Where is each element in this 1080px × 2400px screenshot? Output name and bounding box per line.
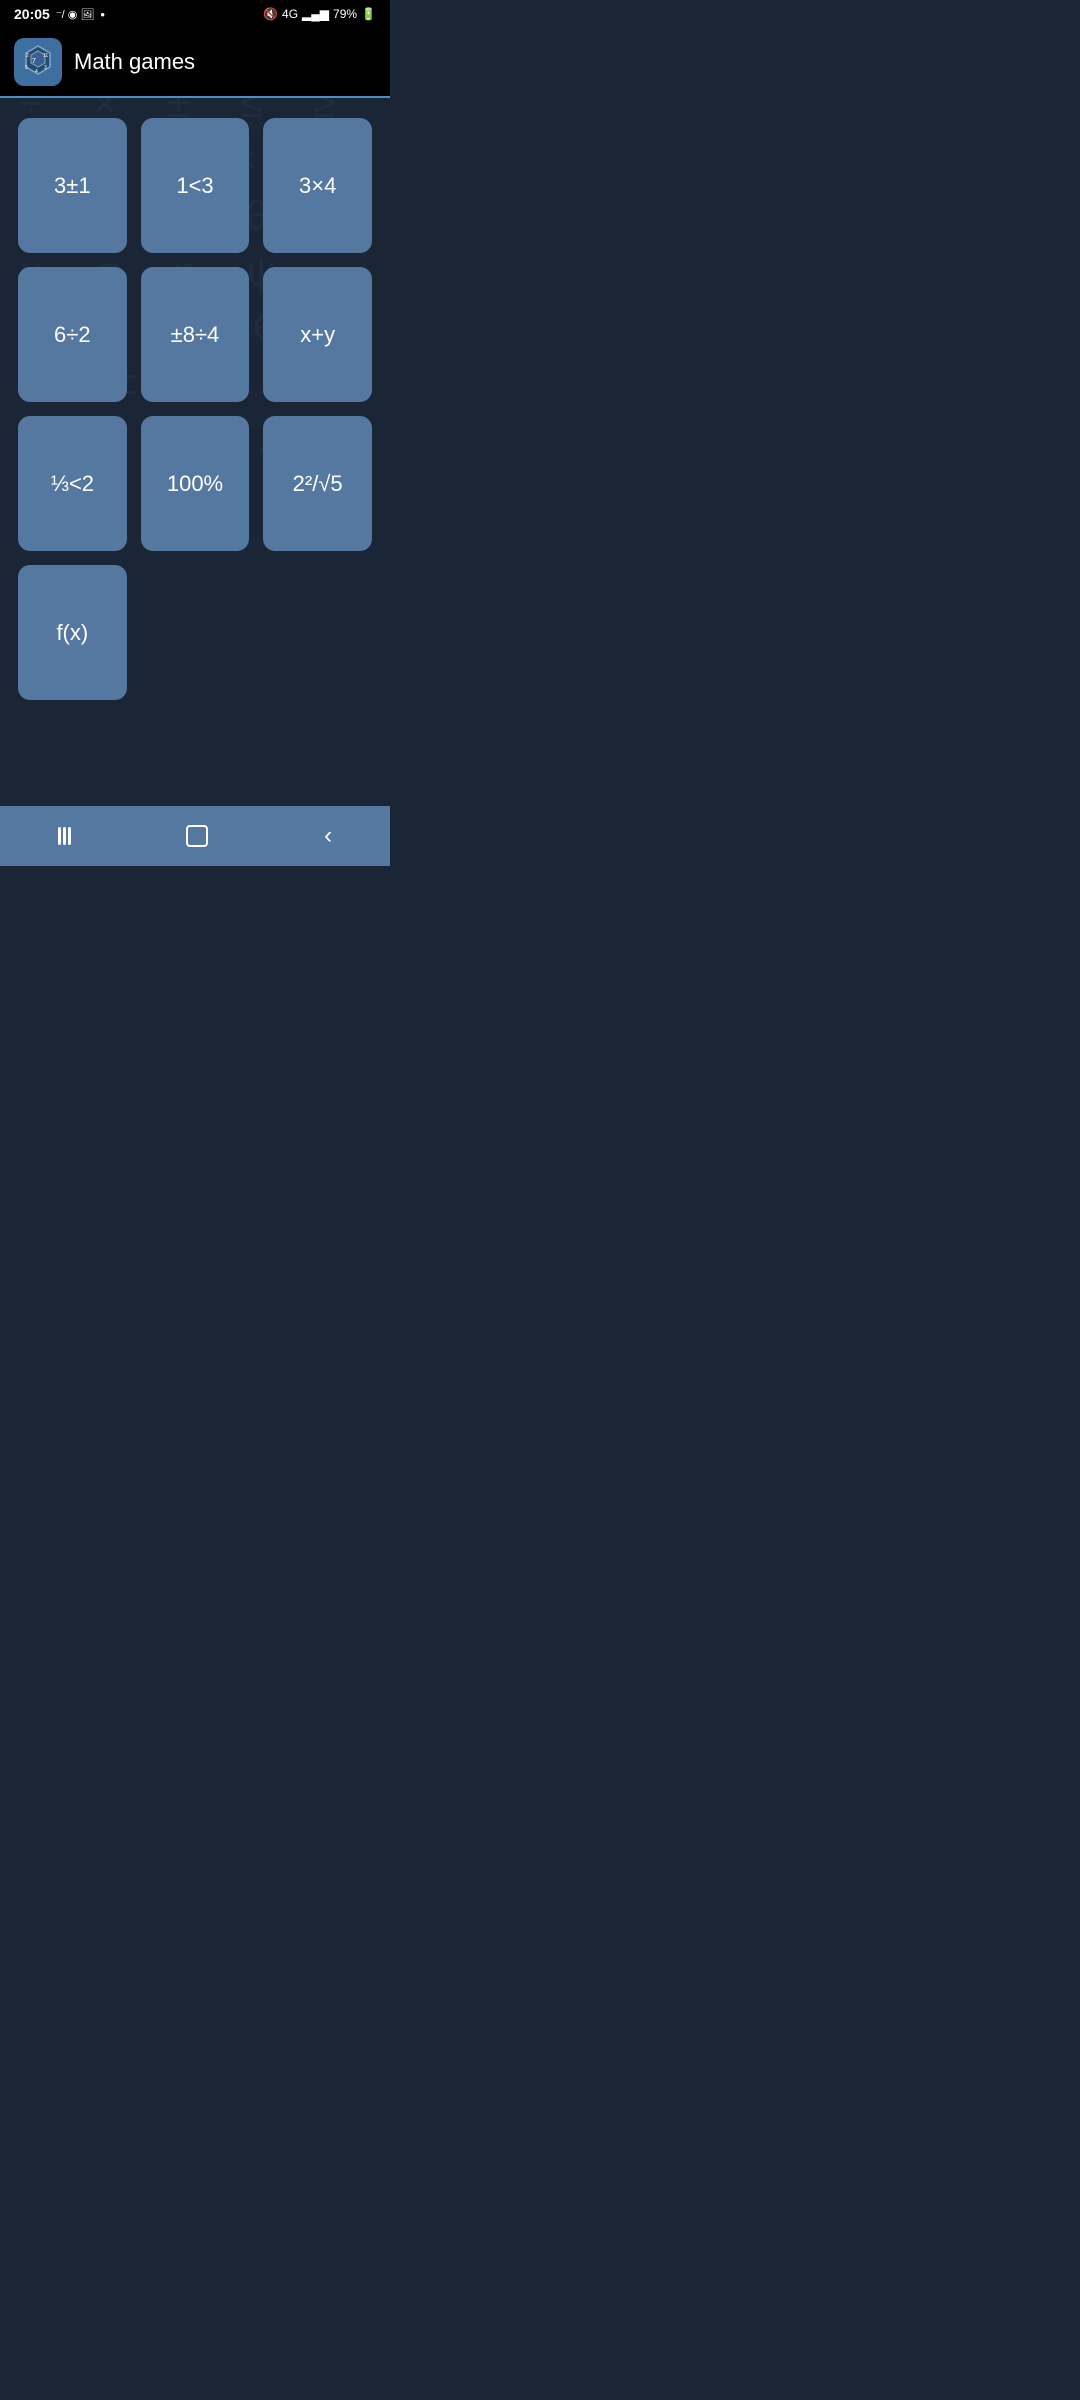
signal-icons: ⁻/ ◉ 🖼 (56, 8, 95, 21)
status-left: 20:05 ⁻/ ◉ 🖼 • (14, 6, 105, 22)
svg-text:11: 11 (43, 53, 48, 59)
svg-text:3: 3 (44, 65, 47, 71)
game-button-comparison[interactable]: 1<3 (141, 118, 250, 253)
signal-bars: ▂▄▆ (302, 7, 329, 21)
app-bar: 7 2 11 5 4 3 Math games (0, 28, 390, 98)
game-button-fraction-comparison[interactable]: ⅓<2 (18, 416, 127, 551)
status-right: 🔇 4G ▂▄▆ 79% 🔋 (263, 7, 376, 21)
recents-icon (58, 827, 71, 845)
home-button[interactable] (166, 821, 228, 851)
svg-text:5: 5 (25, 65, 28, 71)
back-button[interactable]: ‹ (304, 820, 352, 852)
game-button-multiplication[interactable]: 3×4 (263, 118, 372, 253)
mute-icon: 🔇 (263, 7, 278, 21)
svg-text:2: 2 (26, 53, 29, 59)
network-label: 4G (282, 7, 298, 21)
recents-button[interactable] (38, 823, 91, 849)
game-button-signed-division[interactable]: ±8÷4 (141, 267, 250, 402)
svg-text:4: 4 (35, 69, 38, 75)
main-content: 3±11<33×4 6÷2±8÷4x+y ⅓<2100%2²/√5 f(x) (0, 98, 390, 806)
app-icon: 7 2 11 5 4 3 (14, 38, 62, 86)
back-icon: ‹ (324, 824, 332, 848)
battery-icon: 🔋 (361, 7, 376, 21)
dot-indicator: • (100, 7, 105, 22)
status-bar: 20:05 ⁻/ ◉ 🖼 • 🔇 4G ▂▄▆ 79% 🔋 (0, 0, 390, 28)
battery-label: 79% (333, 7, 357, 21)
nav-bar: ‹ (0, 806, 390, 866)
status-time: 20:05 (14, 6, 50, 22)
game-button-percentage[interactable]: 100% (141, 416, 250, 551)
svg-text:7: 7 (32, 58, 36, 65)
game-button-algebra[interactable]: x+y (263, 267, 372, 402)
game-button-addition-subtraction[interactable]: 3±1 (18, 118, 127, 253)
app-title: Math games (74, 49, 195, 75)
home-icon (186, 825, 208, 847)
games-grid: 3±11<33×4 6÷2±8÷4x+y ⅓<2100%2²/√5 f(x) (18, 118, 372, 700)
game-button-power-root[interactable]: 2²/√5 (263, 416, 372, 551)
game-button-division[interactable]: 6÷2 (18, 267, 127, 402)
game-button-functions[interactable]: f(x) (18, 565, 127, 700)
